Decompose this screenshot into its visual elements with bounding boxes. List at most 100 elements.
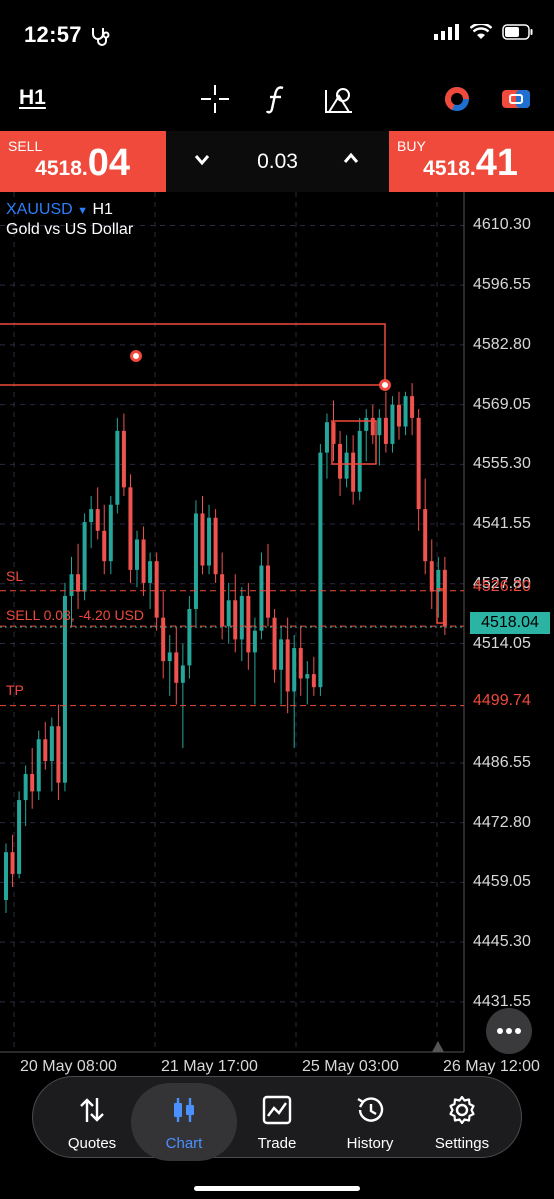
price-axis-label: 4445.30 bbox=[473, 933, 531, 951]
nav-settings-label: Settings bbox=[434, 1135, 490, 1152]
nav-trade-label: Trade bbox=[257, 1135, 297, 1152]
buy-price: 4518.41 bbox=[423, 142, 518, 185]
symbol-name: XAUUSD bbox=[6, 201, 73, 218]
price-axis-label: 4610.30 bbox=[473, 216, 531, 234]
price-axis-label: 4472.80 bbox=[473, 813, 531, 831]
history-icon bbox=[357, 1097, 384, 1122]
nav-chart-label: Chart bbox=[165, 1135, 203, 1152]
candle-body bbox=[213, 517, 218, 575]
candle-body bbox=[397, 404, 401, 427]
candle-body bbox=[108, 504, 113, 562]
candle-body bbox=[43, 739, 48, 761]
lot-selector: 0.03 bbox=[166, 131, 389, 192]
candle-body bbox=[298, 648, 303, 679]
candle-body bbox=[200, 513, 205, 566]
status-bar: 12:57 bbox=[0, 0, 554, 70]
ellipsis-icon bbox=[497, 1028, 521, 1034]
timeframe-selector[interactable]: H1 bbox=[19, 86, 46, 110]
price-axis-label: 4582.80 bbox=[473, 335, 531, 353]
drawn-rectangle-large bbox=[0, 323, 386, 386]
candle-body bbox=[174, 652, 179, 683]
home-indicator bbox=[194, 1186, 360, 1191]
candle-body bbox=[220, 574, 225, 627]
candle-body bbox=[423, 509, 428, 562]
tp-label: TP bbox=[6, 682, 24, 698]
candle-body bbox=[193, 513, 198, 609]
candle-body bbox=[364, 417, 369, 431]
crosshair-icon[interactable] bbox=[198, 82, 232, 116]
quotes-icon bbox=[80, 1098, 104, 1122]
candle-body bbox=[383, 417, 388, 444]
candle-body bbox=[207, 517, 212, 566]
candle-body bbox=[324, 422, 329, 453]
candle-body bbox=[95, 509, 100, 531]
sell-button[interactable]: SELL 4518.04 bbox=[0, 131, 166, 192]
price-axis-label: 4541.55 bbox=[473, 515, 531, 533]
chart-shift-marker bbox=[432, 1041, 444, 1052]
candle-body bbox=[377, 417, 382, 436]
candle-body bbox=[82, 522, 87, 592]
candle-body bbox=[161, 617, 166, 662]
candle-body bbox=[30, 774, 35, 792]
stethoscope-icon bbox=[92, 28, 110, 46]
candle-body bbox=[279, 639, 284, 670]
drawn-anchor-point bbox=[130, 350, 142, 362]
chart-symbol[interactable]: XAUUSD ▼ H1 bbox=[6, 201, 113, 219]
price-chart[interactable] bbox=[0, 192, 554, 1082]
objects-icon[interactable] bbox=[322, 82, 356, 116]
candle-body bbox=[49, 726, 54, 761]
candle-body bbox=[233, 600, 238, 640]
symbol-timeframe: H1 bbox=[92, 201, 113, 218]
candle-body bbox=[148, 561, 153, 583]
time-label-2: 21 May 17:00 bbox=[161, 1058, 258, 1075]
nav-chart[interactable]: Chart bbox=[134, 1077, 234, 1157]
candle-body bbox=[226, 600, 231, 627]
price-axis-label: 4459.05 bbox=[473, 873, 531, 891]
indicators-icon[interactable] bbox=[260, 82, 294, 116]
symbol-description: Gold vs US Dollar bbox=[6, 221, 134, 238]
nav-quotes[interactable]: Quotes bbox=[42, 1077, 142, 1157]
more-options-button[interactable] bbox=[486, 1008, 532, 1054]
symbol-dropdown-icon[interactable]: ▼ bbox=[77, 205, 88, 217]
candle-body bbox=[338, 443, 343, 479]
candle-body bbox=[305, 674, 310, 679]
candle-body bbox=[252, 630, 257, 653]
candle-body bbox=[416, 417, 421, 510]
buy-button[interactable]: BUY 4518.41 bbox=[389, 131, 554, 192]
candle-body bbox=[292, 648, 297, 692]
nav-settings[interactable]: Settings bbox=[412, 1077, 512, 1157]
candle-body bbox=[10, 852, 15, 874]
candle-body bbox=[89, 509, 94, 523]
price-axis-label: 4596.55 bbox=[473, 276, 531, 294]
candle-body bbox=[351, 452, 356, 492]
position-label: SELL 0.03, -4.20 USD bbox=[6, 607, 145, 623]
chevron-up-icon[interactable] bbox=[342, 151, 360, 165]
candle-body bbox=[115, 430, 120, 505]
buy-price-big: 41 bbox=[475, 142, 518, 184]
price-axis-label: 4486.55 bbox=[473, 753, 531, 771]
sell-price-prefix: 4518. bbox=[35, 157, 88, 180]
candle-body bbox=[56, 726, 61, 783]
candle-body bbox=[285, 639, 290, 692]
candle-body bbox=[4, 852, 8, 900]
candle-body bbox=[135, 539, 139, 570]
signal-icon bbox=[434, 24, 459, 40]
candle-body bbox=[311, 674, 316, 688]
signal-trading-icon[interactable] bbox=[440, 82, 474, 116]
candle-body bbox=[69, 574, 74, 596]
nav-trade[interactable]: Trade bbox=[227, 1077, 327, 1157]
nav-history[interactable]: History bbox=[320, 1077, 420, 1157]
bottom-navigation: Quotes Chart Trade History Settings bbox=[32, 1076, 522, 1161]
candle-body bbox=[259, 565, 264, 631]
current-price-tag: 4518.04 bbox=[470, 612, 550, 634]
buy-price-prefix: 4518. bbox=[423, 157, 476, 180]
one-click-trading-icon[interactable] bbox=[499, 82, 533, 116]
candle-body bbox=[410, 396, 415, 418]
gear-icon bbox=[449, 1095, 475, 1125]
tp-price: 4499.74 bbox=[473, 692, 531, 709]
candle-body bbox=[180, 665, 185, 683]
candle-body bbox=[102, 530, 107, 562]
trade-bar: SELL 4518.04 0.03 BUY 4518.41 bbox=[0, 131, 554, 192]
candle-body bbox=[403, 396, 408, 427]
chart-candles-icon bbox=[174, 1098, 194, 1122]
